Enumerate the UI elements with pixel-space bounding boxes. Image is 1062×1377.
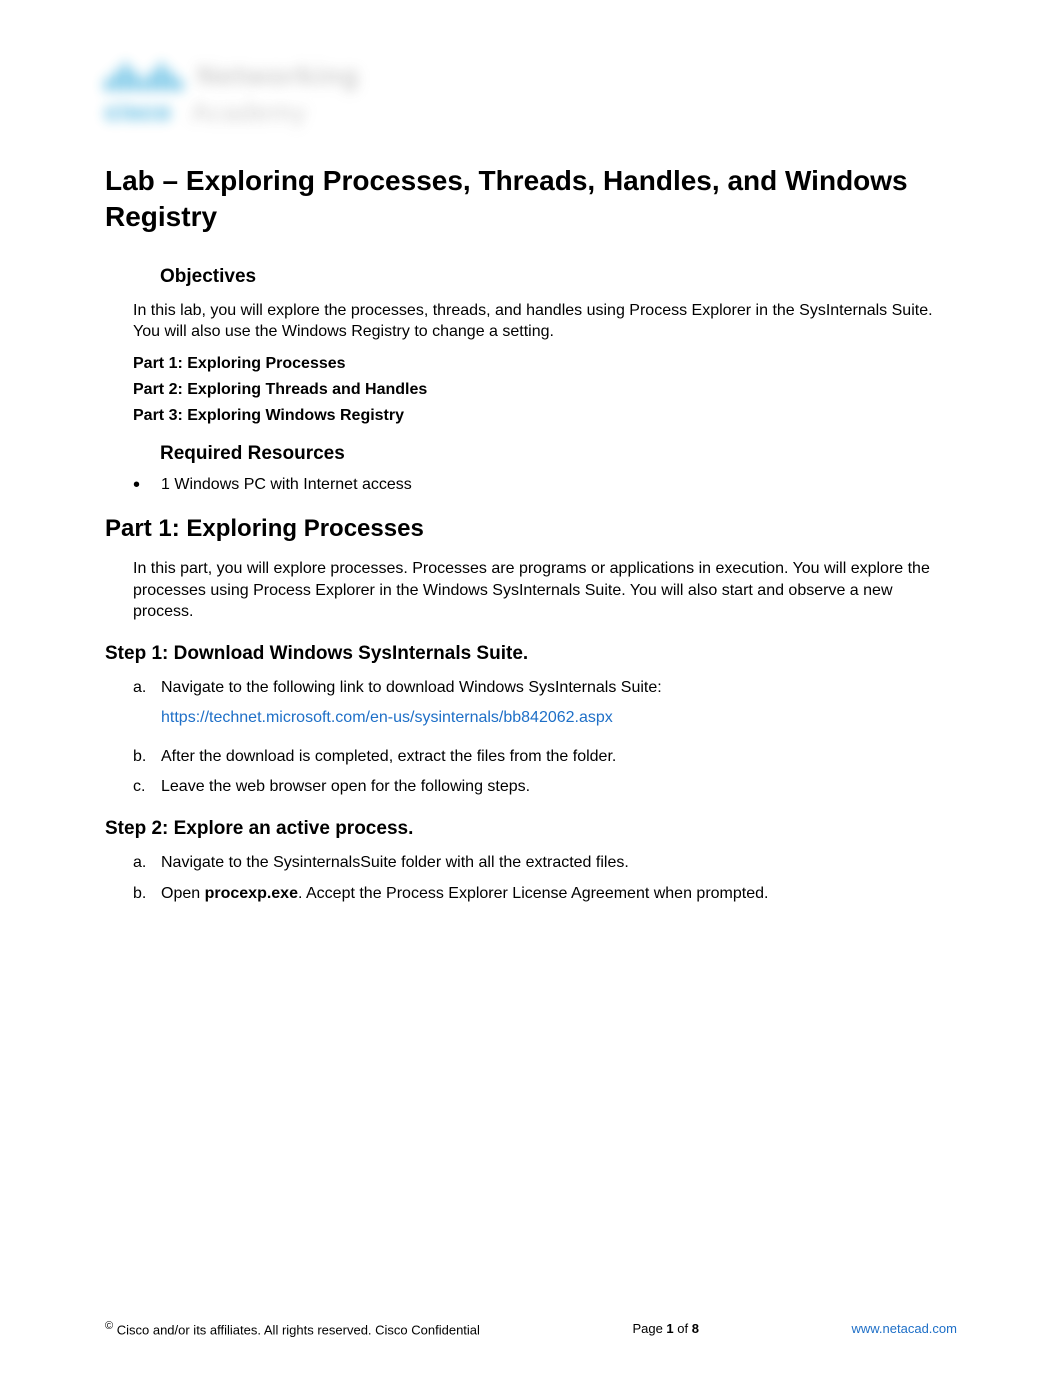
list-marker-a2: a.: [133, 852, 161, 874]
footer-copyright: © Cisco and/or its affiliates. All right…: [105, 1320, 480, 1337]
page-label: Page: [632, 1321, 666, 1336]
step2-b-text: Open procexp.exe. Accept the Process Exp…: [161, 883, 957, 905]
page-of: of: [674, 1321, 692, 1336]
objectives-heading: Objectives: [160, 266, 957, 288]
list-marker-b2: b.: [133, 883, 161, 905]
part1-intro: In this part, you will explore processes…: [133, 558, 957, 623]
step1-c-text: Leave the web browser open for the follo…: [161, 776, 957, 798]
list-marker-c: c.: [133, 776, 161, 798]
step1-heading: Step 1: Download Windows SysInternals Su…: [105, 643, 957, 665]
step2-b-bold: procexp.exe: [205, 885, 298, 902]
copyright-icon: ©: [105, 1320, 113, 1332]
step2-item-b: b. Open procexp.exe. Accept the Process …: [133, 883, 957, 905]
step1-b-text: After the download is completed, extract…: [161, 746, 957, 768]
step1-item-c: c. Leave the web browser open for the fo…: [133, 776, 957, 798]
logo-networking-text: Networking: [197, 60, 359, 92]
step2-heading: Step 2: Explore an active process.: [105, 818, 957, 840]
step2-item-a: a. Navigate to the SysinternalsSuite fol…: [133, 852, 957, 874]
list-marker-a: a.: [133, 677, 161, 738]
bullet-icon: •: [133, 475, 161, 495]
objectives-part3: Part 3: Exploring Windows Registry: [133, 407, 957, 425]
objectives-part1: Part 1: Exploring Processes: [133, 355, 957, 373]
document-title: Lab – Exploring Processes, Threads, Hand…: [105, 163, 957, 236]
resources-heading: Required Resources: [160, 443, 957, 465]
objectives-intro: In this lab, you will explore the proces…: [133, 300, 957, 343]
page-current: 1: [666, 1321, 673, 1336]
footer-copyright-text: Cisco and/or its affiliates. All rights …: [113, 1322, 480, 1337]
step2-a-text: Navigate to the SysinternalsSuite folder…: [161, 852, 957, 874]
footer-page-number: Page 1 of 8: [632, 1321, 699, 1336]
list-marker-b: b.: [133, 746, 161, 768]
objectives-part2: Part 2: Exploring Threads and Handles: [133, 381, 957, 399]
step1-item-b: b. After the download is completed, extr…: [133, 746, 957, 768]
footer-url[interactable]: www.netacad.com: [851, 1321, 957, 1336]
step1-a-text: Navigate to the following link to downlo…: [161, 679, 662, 696]
resource-item: • 1 Windows PC with Internet access: [133, 475, 957, 495]
sysinternals-link[interactable]: https://technet.microsoft.com/en-us/sysi…: [161, 709, 613, 726]
footer-url-text: www.netacad.com: [851, 1321, 957, 1336]
page-footer: © Cisco and/or its affiliates. All right…: [105, 1320, 957, 1337]
page-total: 8: [692, 1321, 699, 1336]
resource-text: 1 Windows PC with Internet access: [161, 476, 412, 494]
step1-item-a: a. Navigate to the following link to dow…: [133, 677, 957, 738]
logo-academy-text: Academy: [191, 97, 306, 128]
part1-heading: Part 1: Exploring Processes: [105, 515, 957, 543]
logo-cisco-text: cisco: [105, 99, 171, 127]
cisco-logo: Networking cisco Academy: [105, 60, 957, 128]
step2-b-prefix: Open: [161, 885, 205, 902]
cisco-bars-icon: [105, 61, 182, 91]
step2-b-suffix: . Accept the Process Explorer License Ag…: [298, 885, 768, 902]
